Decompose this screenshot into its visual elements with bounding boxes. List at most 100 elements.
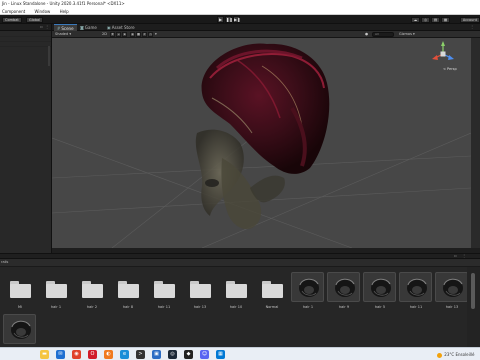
asset-tile[interactable]: hair 5 (363, 269, 397, 317)
tab-scene[interactable]: #Scene (54, 24, 77, 31)
projection-label[interactable]: < Persp (443, 67, 457, 71)
asset-tile[interactable]: hair 9 (327, 269, 361, 317)
chevron-down-icon: ▾ (69, 32, 72, 36)
hierarchy-list (0, 32, 51, 47)
scene-tab-menu-icon[interactable]: ⋮ (470, 25, 474, 29)
project-scrollbar-thumb[interactable] (471, 273, 475, 309)
asset-tile[interactable]: hair 8 (111, 269, 145, 317)
magnet-icon: ∩ (149, 32, 152, 36)
asset-tile[interactable]: hair 10 (219, 269, 253, 317)
asset-tile[interactable]: hair 13 (435, 269, 467, 317)
play-icon: ▶ (218, 17, 223, 22)
firefox-icon[interactable]: ◐ (104, 350, 113, 359)
scene-viewport[interactable] (52, 38, 471, 248)
gizmos-dropdown[interactable]: Gizmos ▾ (399, 32, 415, 37)
account-label: Account (462, 17, 477, 22)
asset-tile[interactable]: hair 1 (39, 269, 73, 317)
asset-tile[interactable]: hair 11 (399, 269, 433, 317)
lock-icon[interactable]: ▫ (40, 25, 43, 29)
asset-tile[interactable] (3, 311, 37, 347)
hierarchy-scrollbar[interactable] (48, 46, 50, 66)
effects-icon: ▪ (123, 32, 126, 36)
pause-icon: ❚❚ (226, 17, 233, 22)
grid-toggle[interactable]: # (142, 32, 147, 37)
camera-settings-button[interactable]: ■ (136, 32, 141, 37)
asset-tile-label: hair 13 (193, 305, 207, 309)
folder-icon (190, 281, 211, 298)
weather-widget[interactable]: 23°C Ensoleillé (437, 351, 474, 358)
tab-game[interactable]: ◙Game (77, 24, 100, 31)
sun-icon (437, 352, 442, 358)
scene-search-input[interactable]: All (372, 32, 394, 37)
speaker-icon: ◂ (117, 32, 120, 36)
audio-toggle[interactable]: ◂ (116, 32, 121, 37)
shading-mode-dropdown[interactable]: Shaded ▾ (55, 32, 71, 37)
hierarchy-row[interactable] (0, 42, 51, 47)
lock-icon[interactable]: ▫ (454, 254, 457, 258)
opera-icon[interactable]: O (88, 350, 97, 359)
asset-tile-label: hair 1 (50, 305, 62, 309)
terminal-icon[interactable]: > (136, 350, 145, 359)
effects-toggle[interactable]: ▪ (122, 32, 127, 37)
layout-button[interactable]: ▦ (441, 16, 450, 23)
asset-thumbnail (291, 272, 324, 302)
discord-icon[interactable]: ☺ (200, 350, 209, 359)
playmode-controls: ▶ ❚❚ ▶❚ (217, 16, 241, 23)
tab-asset-store-label: Asset Store (111, 25, 135, 30)
window-title: Jin - Linux Standalone - Unity 2020.3.41… (2, 1, 125, 6)
hidden-objects-toggle[interactable]: ◉ (130, 32, 135, 37)
asset-tile-label: hair 13 (445, 305, 459, 309)
asset-tile[interactable]: hair 11 (147, 269, 181, 317)
menu-component[interactable]: Component (2, 8, 25, 15)
weather-temp: 23°C (444, 352, 455, 357)
play-button[interactable]: ▶ (217, 16, 224, 23)
asset-tile[interactable]: Normal (255, 269, 289, 317)
menu-window[interactable]: Window (35, 8, 51, 15)
snap-dropdown[interactable]: ▾ (155, 32, 157, 37)
asset-tile[interactable]: hair 1 (291, 269, 325, 317)
file-explorer-icon[interactable]: ▬ (40, 350, 49, 359)
folder-icon (82, 281, 103, 298)
mail-icon[interactable]: ✉ (56, 350, 65, 359)
gizmo-visibility-toggle[interactable]: ● (365, 32, 368, 37)
asset-tile-label: Normal (265, 305, 279, 309)
gamepad-icon: ◙ (80, 25, 84, 30)
asset-thumbnail (399, 272, 432, 302)
snap-toggle[interactable]: ∩ (148, 32, 153, 37)
asset-tile-label: hair 11 (409, 305, 423, 309)
unity-icon[interactable]: ◆ (184, 350, 193, 359)
store-icon[interactable]: ▦ (216, 350, 225, 359)
services-icon: ◎ (423, 17, 428, 22)
asset-tile[interactable]: Mi (3, 269, 37, 317)
menu-help[interactable]: Help (60, 8, 69, 15)
weather-desc: Ensoleillé (455, 352, 475, 357)
chrome-icon[interactable]: ◉ (72, 350, 81, 359)
viewport-side-strip (471, 38, 480, 248)
photos-icon[interactable]: ▣ (152, 350, 161, 359)
services-button[interactable]: ◎ (421, 16, 430, 23)
collab-button[interactable]: ☁ (411, 16, 420, 23)
step-icon: ▶❚ (234, 17, 241, 22)
orientation-gizmo[interactable] (432, 41, 454, 60)
combat-button-label: Combat (5, 17, 19, 22)
layers-button[interactable]: ▤ (431, 16, 440, 23)
pause-button[interactable]: ❚❚ (225, 16, 233, 23)
combat-button[interactable]: Combat (2, 16, 22, 23)
lighting-toggle[interactable]: ✺ (110, 32, 115, 37)
asset-tile-label: hair 9 (338, 305, 350, 309)
account-button[interactable]: Account (459, 16, 480, 23)
folder-icon (154, 281, 175, 298)
asset-tile[interactable]: hair 13 (183, 269, 217, 317)
asset-thumbnail (435, 272, 467, 302)
steam-icon[interactable]: ◎ (168, 350, 177, 359)
asset-tile[interactable]: hair 2 (75, 269, 109, 317)
edge-icon[interactable]: e (120, 350, 129, 359)
tab-asset-store[interactable]: ▣Asset Store (104, 24, 138, 31)
project-breadcrumb[interactable]: rails (1, 260, 8, 265)
2d-toggle[interactable]: 2D (102, 32, 107, 37)
global-button[interactable]: Global (26, 16, 44, 23)
step-button[interactable]: ▶❚ (233, 16, 240, 23)
kebab-menu-icon[interactable]: ⋮ (45, 25, 49, 29)
kebab-menu-icon[interactable]: ⋮ (462, 254, 466, 258)
project-scrollbar[interactable] (467, 267, 480, 347)
